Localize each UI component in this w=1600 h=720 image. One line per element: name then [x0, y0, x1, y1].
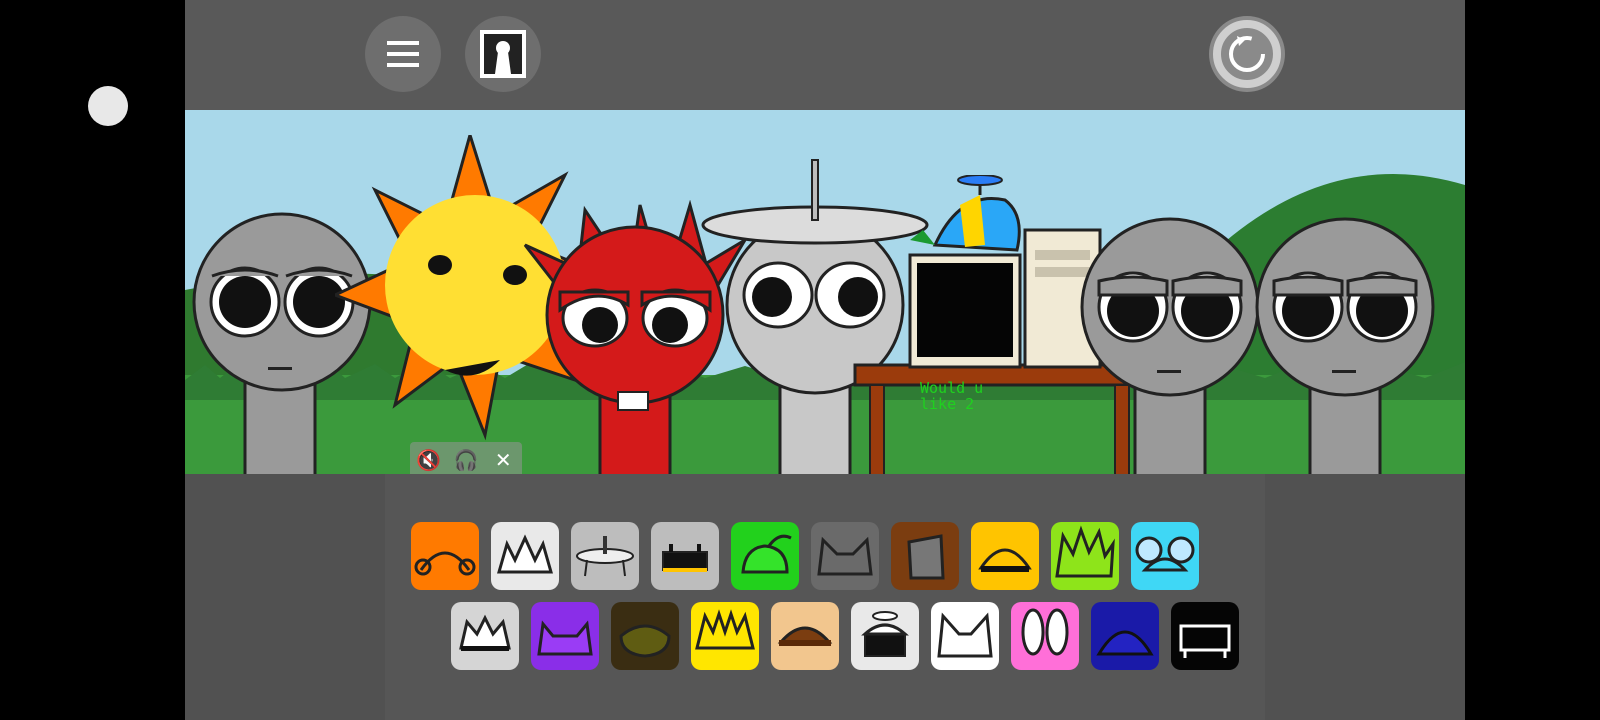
headphones-icon[interactable]: 🎧 — [452, 448, 480, 472]
palette-navy-helmet[interactable] — [1091, 602, 1159, 670]
reset-button[interactable] — [1209, 16, 1285, 92]
floor-left — [185, 474, 385, 720]
game-area: Would u like 2 🔇 🎧 ✕ — [185, 0, 1465, 720]
floating-touch-dot[interactable] — [88, 86, 128, 126]
palette-row-2 — [451, 602, 1239, 670]
reset-icon — [1213, 20, 1281, 88]
floor-right — [1265, 474, 1465, 720]
palette-white-spiky[interactable] — [491, 522, 559, 590]
palette-robot-visor[interactable] — [651, 522, 719, 590]
palette-dark-olive-bowl[interactable] — [611, 602, 679, 670]
palette-tan-hair[interactable] — [771, 602, 839, 670]
profile-button[interactable] — [465, 16, 541, 92]
top-bar — [185, 0, 1465, 110]
palette-row-1 — [411, 522, 1199, 590]
character-audio-controls: 🔇 🎧 ✕ — [410, 442, 522, 478]
palette-white-crown[interactable] — [451, 602, 519, 670]
palette-orange-headphones[interactable] — [411, 522, 479, 590]
palette-yellow-helmet[interactable] — [971, 522, 1039, 590]
gray-character-right-2[interactable] — [1250, 215, 1440, 474]
palette-cyan-mouse-ears[interactable] — [1131, 522, 1199, 590]
palette-satellite-dish[interactable] — [571, 522, 639, 590]
stage-scene: Would u like 2 — [185, 110, 1465, 474]
palette-green-leaf[interactable] — [731, 522, 799, 590]
palette-brown-bucket[interactable] — [891, 522, 959, 590]
mute-icon[interactable]: 🔇 — [415, 448, 443, 472]
computer-screen-text: Would u like 2 — [920, 379, 984, 413]
hamburger-menu-icon — [387, 41, 419, 67]
menu-button[interactable] — [365, 16, 441, 92]
palette-lime-spiky[interactable] — [1051, 522, 1119, 590]
palette-purple-horns[interactable] — [531, 602, 599, 670]
palette-propeller-cap[interactable] — [851, 602, 919, 670]
sound-palette-area — [185, 474, 1465, 720]
palette-pink-bunny-ears[interactable] — [1011, 602, 1079, 670]
palette-white-cat-ears[interactable] — [931, 602, 999, 670]
close-icon[interactable]: ✕ — [489, 448, 517, 472]
gray-character-right-1[interactable] — [1075, 215, 1265, 474]
app-root: Would u like 2 🔇 🎧 ✕ — [0, 0, 1600, 720]
keyhole-portrait-icon — [480, 30, 526, 78]
palette-gray-cat-ears[interactable] — [811, 522, 879, 590]
palette-black-box[interactable] — [1171, 602, 1239, 670]
palette-yellow-lightning[interactable] — [691, 602, 759, 670]
